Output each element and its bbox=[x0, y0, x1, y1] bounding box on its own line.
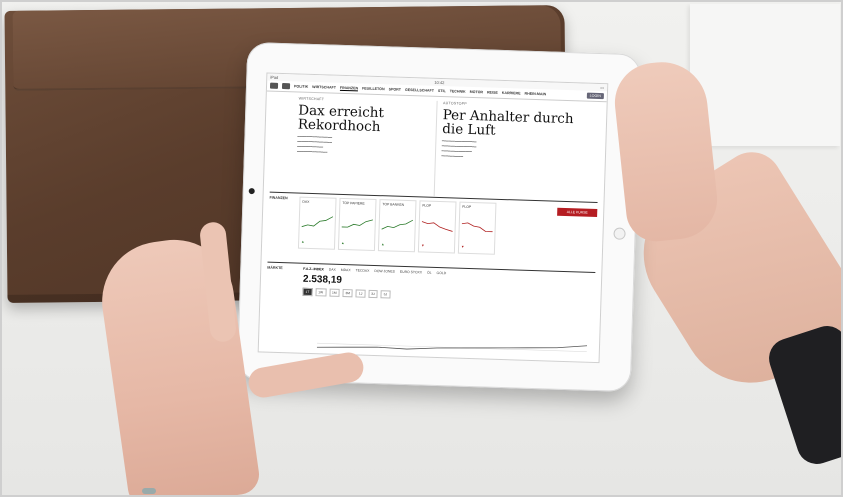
sparkline bbox=[341, 219, 373, 228]
nav-item[interactable]: POLITIK bbox=[294, 84, 308, 88]
market-section: MÄRKTE F.A.Z.-INDEX DAX MDAX TECDAX DOW … bbox=[266, 261, 596, 305]
range-button[interactable]: 1M bbox=[328, 288, 340, 297]
finance-card[interactable]: FLOP ▼ bbox=[457, 201, 497, 255]
market-tab[interactable]: ÖL bbox=[427, 271, 432, 275]
market-tab[interactable]: MDAX bbox=[341, 268, 351, 272]
market-tab[interactable]: F.A.Z.-INDEX bbox=[303, 267, 324, 272]
nav-item[interactable]: RHEIN-MAIN bbox=[524, 92, 546, 97]
sparkline bbox=[461, 222, 493, 233]
nav-item-active[interactable]: FINANZEN bbox=[339, 85, 359, 91]
battery-icon: ▭ bbox=[600, 85, 605, 91]
finance-sidebar: ALLE KURSE bbox=[555, 205, 598, 268]
market-tab[interactable]: EURO STOXX bbox=[400, 270, 422, 275]
sparkline bbox=[421, 221, 453, 232]
market-tab[interactable]: DAX bbox=[329, 268, 336, 272]
range-button[interactable]: 3J bbox=[368, 289, 378, 299]
paper-sheet bbox=[690, 4, 840, 146]
section-title: FINANZEN bbox=[269, 195, 288, 201]
nav-item[interactable]: FEUILLETON bbox=[362, 87, 385, 92]
market-tab[interactable]: GOLD bbox=[437, 271, 447, 275]
photo-scene: iPad 10:42 ▭ POLITIK WIRTSCHAFT FINANZEN… bbox=[0, 0, 843, 497]
menu-icon[interactable] bbox=[269, 82, 279, 89]
tablet-screen: iPad 10:42 ▭ POLITIK WIRTSCHAFT FINANZEN… bbox=[257, 72, 609, 364]
nav-item[interactable]: TECHNIK bbox=[450, 89, 466, 94]
card-trend-icon: ▲ bbox=[301, 239, 305, 244]
sleeve bbox=[763, 320, 843, 470]
section-title: MÄRKTE bbox=[267, 265, 283, 271]
finance-card[interactable]: TOP BANKEN ▲ bbox=[377, 199, 417, 253]
sparkline bbox=[301, 216, 334, 228]
nav-item[interactable]: WIRTSCHAFT bbox=[312, 85, 336, 90]
nav-item[interactable]: STIL bbox=[438, 89, 446, 93]
nav-item[interactable]: REISE bbox=[487, 90, 498, 94]
card-trend-icon: ▼ bbox=[461, 244, 465, 249]
card-label: FLOP bbox=[462, 204, 472, 210]
nav-item[interactable]: MOTOR bbox=[470, 90, 483, 94]
article-teaser[interactable]: AUTOSTOPP Per Anhalter durch die Luft ━━… bbox=[433, 100, 581, 202]
article-teaser[interactable]: WIRTSCHAFT Dax erreicht Rekordhoch ━━━━━… bbox=[290, 96, 436, 196]
clock: 10:42 bbox=[434, 79, 445, 86]
range-button[interactable]: 1T bbox=[302, 287, 313, 297]
range-button[interactable]: 1W bbox=[315, 288, 327, 297]
finance-cards: DAX ▲ TOP PAPIERE ▲ TOP BANKEN ▲ FLOP ▼ … bbox=[297, 196, 558, 267]
article-headline[interactable]: Dax erreicht Rekordhoch bbox=[298, 103, 430, 136]
login-button[interactable]: LOGIN bbox=[586, 92, 604, 100]
market-body: F.A.Z.-INDEX DAX MDAX TECDAX DOW JONES E… bbox=[302, 267, 595, 305]
article-headline[interactable]: Per Anhalter durch die Luft bbox=[442, 107, 574, 140]
home-button[interactable] bbox=[613, 227, 626, 240]
nav-item[interactable]: GESELLSCHAFT bbox=[405, 88, 434, 93]
top-stories: WIRTSCHAFT Dax erreicht Rekordhoch ━━━━━… bbox=[264, 92, 607, 203]
finance-section: FINANZEN DAX ▲ TOP PAPIERE ▲ TOP BANKEN bbox=[267, 191, 598, 268]
bracelet bbox=[142, 488, 156, 494]
card-trend-icon: ▼ bbox=[421, 243, 425, 248]
finance-card[interactable]: FLOP ▼ bbox=[417, 200, 457, 254]
range-button[interactable]: 3M bbox=[342, 289, 354, 298]
carrier-label: iPad bbox=[270, 74, 279, 80]
article-teaser-text: ━━━━━━━━━━━━━━━━ ━━━━━━━━━━━━━━━━ ━━━━━━━━… bbox=[441, 139, 477, 159]
camera-icon bbox=[248, 188, 255, 195]
finance-card[interactable]: DAX ▲ bbox=[297, 196, 337, 250]
article-teaser-text: ━━━━━━━━━━━━━━━━ ━━━━━━━━━━━━━━━━ ━━━━━━━━… bbox=[296, 134, 333, 155]
range-button[interactable]: 1J bbox=[355, 289, 366, 298]
tablet: iPad 10:42 ▭ POLITIK WIRTSCHAFT FINANZEN… bbox=[236, 41, 642, 393]
range-button[interactable]: 5J bbox=[380, 290, 391, 299]
nav-item[interactable]: KARRIERE bbox=[502, 91, 521, 96]
card-label: TOP PAPIERE bbox=[342, 200, 365, 206]
search-icon[interactable] bbox=[281, 83, 291, 90]
sparkline bbox=[381, 219, 414, 230]
all-quotes-button[interactable]: ALLE KURSE bbox=[557, 207, 598, 217]
card-label: DAX bbox=[302, 199, 310, 204]
card-trend-icon: ▲ bbox=[341, 240, 345, 246]
market-tab[interactable]: DOW JONES bbox=[374, 269, 395, 274]
market-tab[interactable]: TECDAX bbox=[356, 268, 370, 272]
card-label: TOP BANKEN bbox=[382, 202, 405, 207]
nav-item[interactable]: SPORT bbox=[389, 87, 402, 91]
card-label: FLOP bbox=[422, 203, 432, 208]
finance-card[interactable]: TOP PAPIERE ▲ bbox=[337, 197, 377, 252]
card-trend-icon: ▲ bbox=[381, 242, 385, 247]
